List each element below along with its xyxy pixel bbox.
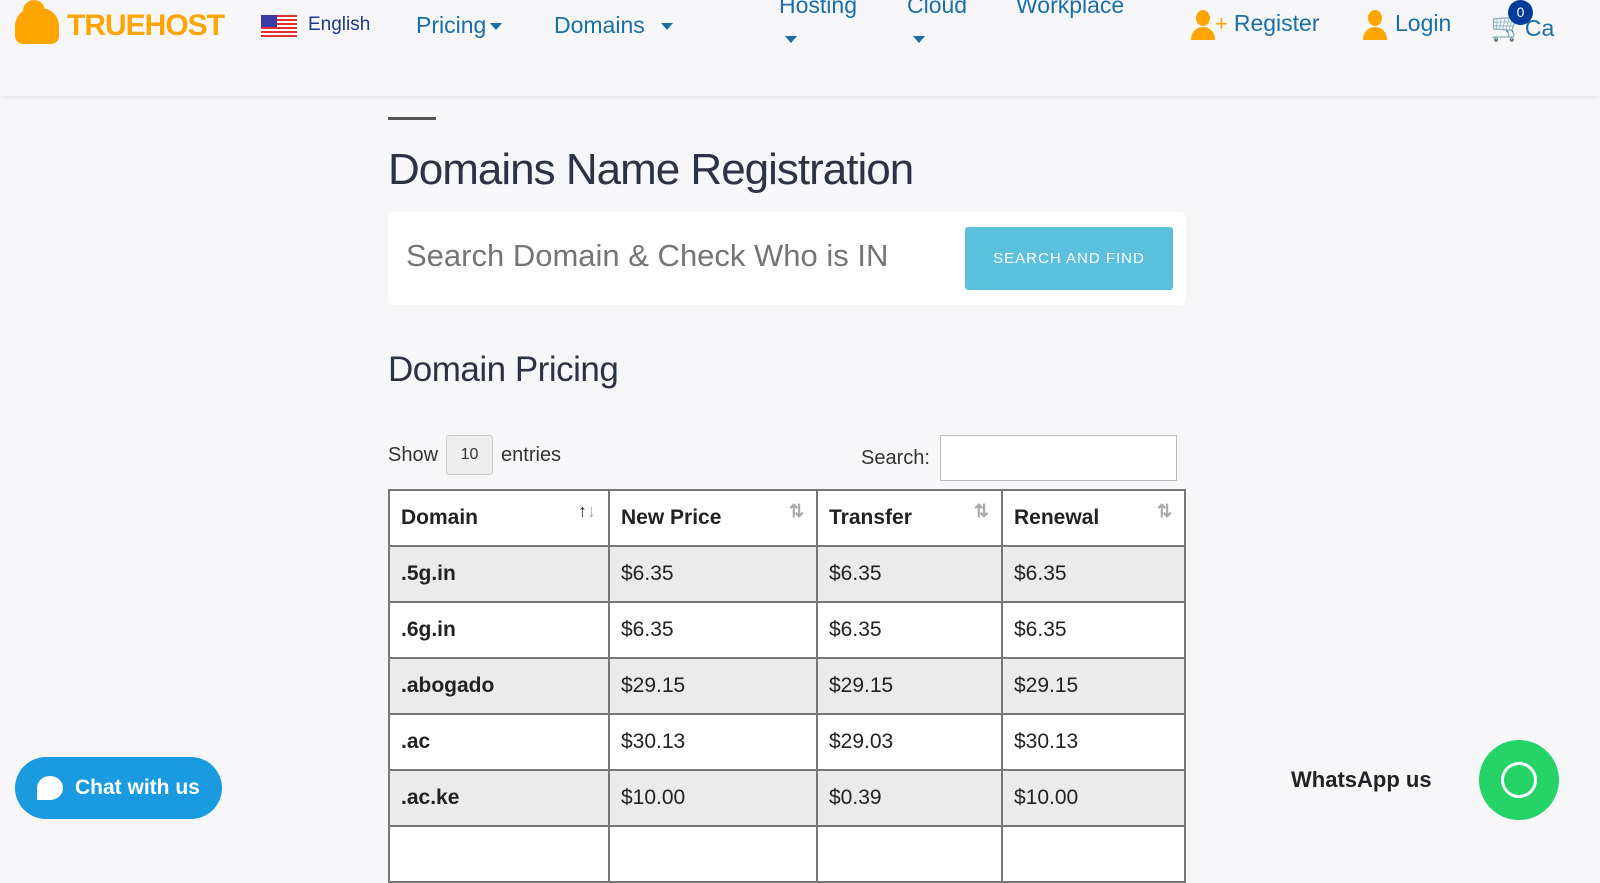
add-user-icon <box>1191 10 1215 40</box>
domain-search-input[interactable] <box>406 238 956 274</box>
caret-down-icon <box>490 23 503 31</box>
table-cell <box>608 825 818 883</box>
caret-down-icon <box>913 36 925 44</box>
sort-icon: ⇅ <box>788 501 804 521</box>
column-header-domain[interactable]: Domain ↑↓ <box>388 489 610 547</box>
table-cell: .abogado <box>388 657 610 715</box>
entries-select[interactable]: 10 <box>446 435 494 475</box>
nav-workplace[interactable]: Workplace <box>1016 0 1124 19</box>
table-cell: $6.35 <box>816 545 1003 603</box>
nav-hosting[interactable]: Hosting <box>779 0 857 46</box>
table-cell: .5g.in <box>388 545 610 603</box>
table-row: .abogado $29.15 $29.15 $29.15 <box>388 657 1186 715</box>
table-cell: $6.35 <box>608 545 818 603</box>
table-cell: $10.00 <box>1001 769 1186 827</box>
table-cell <box>816 825 1003 883</box>
caret-down-icon <box>661 23 674 31</box>
sort-icon: ⇅ <box>973 501 989 521</box>
section-title: Domain Pricing <box>388 350 619 389</box>
whatsapp-label[interactable]: WhatsApp us <box>1291 767 1432 793</box>
table-row <box>388 825 1186 883</box>
sort-icon: ↑↓ <box>578 501 596 521</box>
table-cell <box>1001 825 1186 883</box>
table-search-input[interactable] <box>939 435 1177 481</box>
table-cell: .ac.ke <box>388 769 610 827</box>
column-header-transfer[interactable]: Transfer ⇅ <box>816 489 1003 547</box>
nav-pricing[interactable]: Pricing <box>416 12 503 39</box>
table-cell: $6.35 <box>1001 601 1186 659</box>
nav-domains[interactable]: Domains <box>554 12 674 39</box>
column-header-new-price[interactable]: New Price ⇅ <box>608 489 818 547</box>
domain-search-box: SEARCH AND FIND <box>388 212 1186 305</box>
table-row: .5g.in $6.35 $6.35 $6.35 <box>388 545 1186 603</box>
table-cell: $6.35 <box>608 601 818 659</box>
table-row: .ac.ke $10.00 $0.39 $10.00 <box>388 769 1186 827</box>
table-cell: $29.15 <box>1001 657 1186 715</box>
whatsapp-icon <box>1501 762 1537 798</box>
nav-cloud[interactable]: Cloud <box>907 0 967 46</box>
login-link[interactable]: Login <box>1363 10 1451 40</box>
user-icon <box>1363 10 1387 40</box>
language-selector[interactable]: English <box>308 14 370 36</box>
table-cell <box>388 825 610 883</box>
table-cell: $30.13 <box>608 713 818 771</box>
title-divider <box>388 117 436 120</box>
sort-icon: ⇅ <box>1156 501 1172 521</box>
table-cell: $10.00 <box>608 769 818 827</box>
table-cell: $0.39 <box>816 769 1003 827</box>
table-row: .ac $30.13 $29.03 $30.13 <box>388 713 1186 771</box>
table-search: Search: <box>861 435 1177 481</box>
logo[interactable]: TRUEHOST <box>15 0 225 44</box>
top-nav: TRUEHOST English Pricing Domains Hosting… <box>0 0 1600 96</box>
caret-down-icon <box>785 36 797 44</box>
table-cell: $30.13 <box>1001 713 1186 771</box>
entries-length: Show 10 entries <box>388 435 561 475</box>
table-row: .6g.in $6.35 $6.35 $6.35 <box>388 601 1186 659</box>
cart-count-badge: 0 <box>1508 0 1533 25</box>
search-and-find-button[interactable]: SEARCH AND FIND <box>965 227 1173 290</box>
domain-pricing-table: Domain ↑↓ New Price ⇅ Transfer ⇅ Renewal ⇅ .… <box>388 489 1186 883</box>
register-link[interactable]: + Register <box>1191 10 1320 40</box>
cloud-icon <box>15 0 59 44</box>
table-cell: $29.15 <box>608 657 818 715</box>
page-title: Domains Name Registration <box>388 145 914 194</box>
table-cell: .ac <box>388 713 610 771</box>
column-header-renewal[interactable]: Renewal ⇅ <box>1001 489 1186 547</box>
table-cell: $29.03 <box>816 713 1003 771</box>
chat-bubble-icon <box>37 776 63 800</box>
us-flag-icon[interactable] <box>261 15 297 39</box>
table-cell: $6.35 <box>816 601 1003 659</box>
table-cell: $29.15 <box>816 657 1003 715</box>
table-cell: .6g.in <box>388 601 610 659</box>
table-cell: $6.35 <box>1001 545 1186 603</box>
whatsapp-button[interactable] <box>1479 740 1559 820</box>
chat-with-us-button[interactable]: Chat with us <box>15 757 222 819</box>
